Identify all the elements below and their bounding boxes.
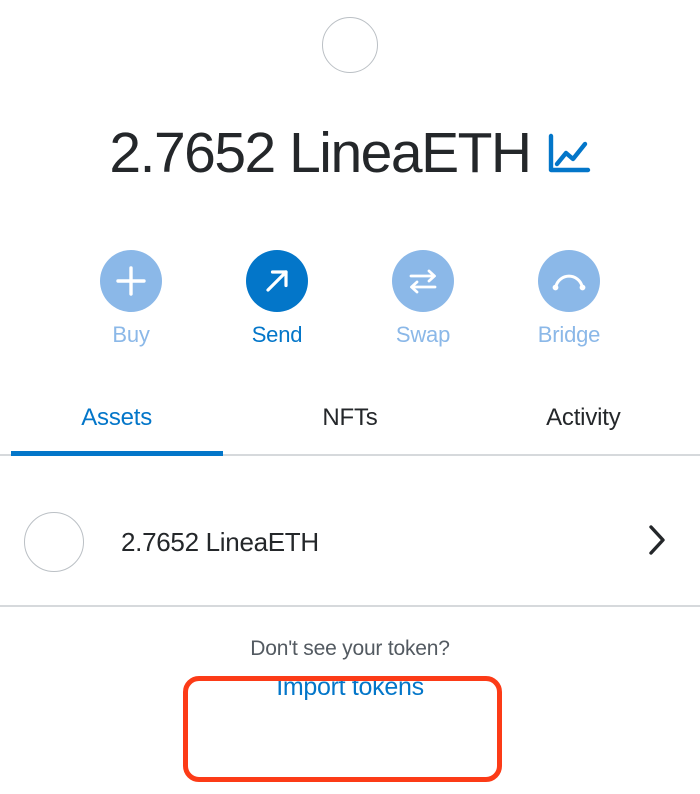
wallet-tabs: Assets NFTs Activity xyxy=(0,404,700,456)
dont-see-token-text: Don't see your token? xyxy=(250,636,450,660)
swap-arrows-icon xyxy=(409,269,437,294)
token-list: 2.7652 LineaETH xyxy=(0,456,700,605)
tab-activity[interactable]: Activity xyxy=(467,404,700,454)
wallet-actions: Buy Send Swap Bridge xyxy=(0,250,700,348)
bridge-button-circle xyxy=(538,250,600,312)
account-avatar-circle-icon[interactable] xyxy=(322,17,378,73)
bridge-button-label: Bridge xyxy=(537,322,601,347)
buy-button-circle xyxy=(100,250,162,312)
import-tokens-link[interactable]: Import tokens xyxy=(276,673,424,702)
plus-icon xyxy=(116,266,146,296)
swap-button-circle xyxy=(392,250,454,312)
send-button-circle xyxy=(246,250,308,312)
swap-button-label: Swap xyxy=(395,322,451,347)
token-list-item-label: 2.7652 LineaETH xyxy=(121,526,319,557)
token-avatar-circle-icon xyxy=(24,512,84,572)
line-chart-icon[interactable] xyxy=(547,133,591,180)
tab-assets[interactable]: Assets xyxy=(0,404,233,454)
arrow-up-right-icon xyxy=(266,270,288,292)
send-button[interactable]: Send xyxy=(204,250,350,348)
tab-nfts[interactable]: NFTs xyxy=(233,404,466,454)
bridge-arc-icon xyxy=(552,274,586,291)
buy-button-label: Buy xyxy=(112,322,150,347)
balance-amount: 2.7652 LineaETH xyxy=(109,120,532,185)
balance-row: 2.7652 LineaETH xyxy=(0,108,700,198)
chevron-right-icon[interactable] xyxy=(646,523,668,562)
account-avatar-row xyxy=(0,0,700,90)
import-tokens-footer: Don't see your token? Import tokens xyxy=(0,607,700,702)
token-list-item[interactable]: 2.7652 LineaETH xyxy=(0,494,700,590)
swap-button[interactable]: Swap xyxy=(350,250,496,348)
send-button-label: Send xyxy=(251,322,303,347)
buy-button[interactable]: Buy xyxy=(58,250,204,348)
bridge-button[interactable]: Bridge xyxy=(496,250,642,348)
